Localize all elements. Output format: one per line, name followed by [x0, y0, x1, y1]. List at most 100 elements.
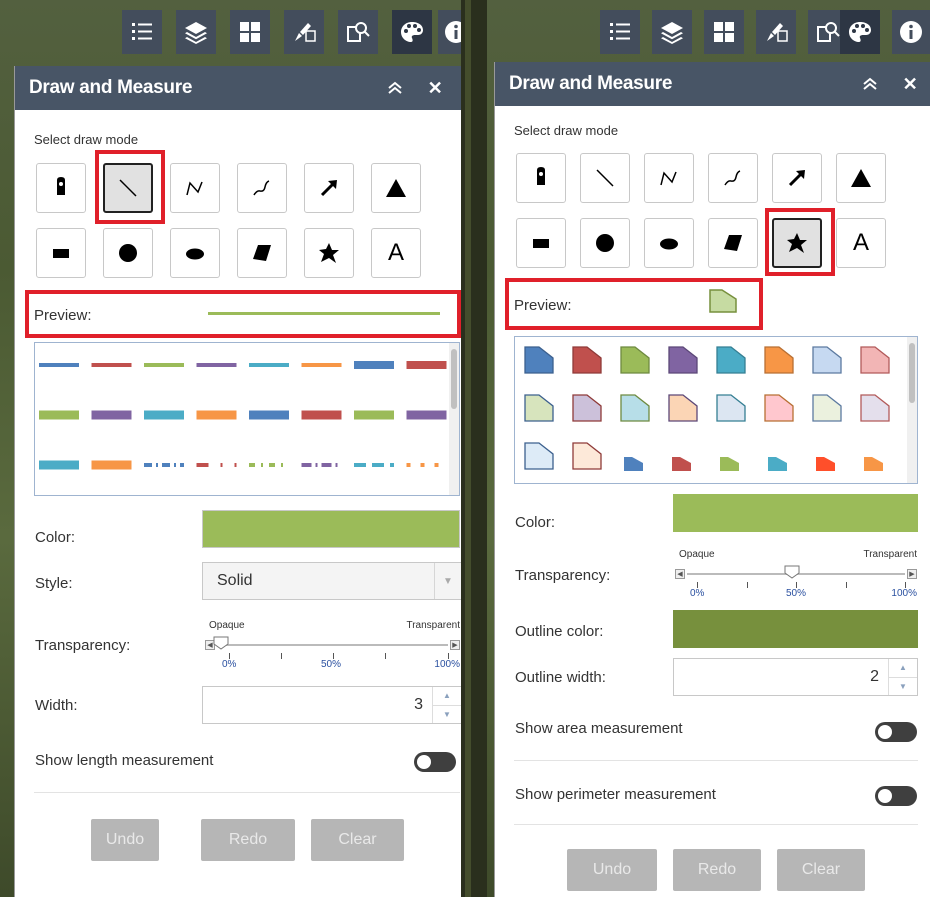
freehand-polygon-mode-button[interactable]	[772, 218, 822, 268]
transparency-label: Transparency:	[35, 636, 131, 654]
show-area-label: Show area measurement	[515, 719, 683, 737]
ellipse-icon	[660, 238, 678, 250]
freehand-polyline-icon	[253, 180, 270, 196]
transparency-slider[interactable]: Opaque Transparent ◀ ▶ 0% 50% 100%	[205, 620, 460, 670]
slider-handle[interactable]	[784, 565, 800, 579]
gallery-scrollbar[interactable]	[907, 337, 917, 483]
show-length-toggle[interactable]	[414, 752, 456, 772]
preview-label: Preview:	[34, 306, 92, 324]
close-icon[interactable]: ✕	[422, 75, 448, 101]
style-select[interactable]: Solid ▼	[202, 562, 461, 600]
undo-button[interactable]: Undo	[567, 849, 657, 891]
redo-button[interactable]: Redo	[201, 819, 295, 861]
polyline-mode-button[interactable]	[644, 153, 694, 203]
show-perimeter-row: Show perimeter measurement	[515, 782, 930, 806]
circle-icon	[596, 234, 614, 252]
line-mode-button[interactable]	[580, 153, 630, 203]
color-picker[interactable]	[673, 494, 918, 532]
triangle-mode-button[interactable]	[836, 153, 886, 203]
symbol-gallery	[514, 336, 918, 484]
undo-button[interactable]: Undo	[91, 819, 159, 861]
edit-icon[interactable]	[284, 10, 324, 54]
widget-header: Draw and Measure ✕	[15, 66, 461, 110]
image-separator	[461, 0, 487, 897]
circle-mode-button[interactable]	[580, 218, 630, 268]
collapse-icon[interactable]	[382, 75, 408, 101]
layers-icon[interactable]	[176, 10, 216, 54]
clear-button[interactable]: Clear	[311, 819, 404, 861]
edit-icon[interactable]	[756, 10, 796, 54]
basemap-gallery-icon[interactable]	[230, 10, 270, 54]
extent-mode-button[interactable]	[516, 218, 566, 268]
freehand-polyline-mode-button[interactable]	[237, 163, 287, 213]
point-mode-button[interactable]	[36, 163, 86, 213]
show-perimeter-toggle[interactable]	[875, 786, 917, 806]
triangle-mode-button[interactable]	[371, 163, 421, 213]
polygon-mode-button[interactable]	[237, 228, 287, 278]
draw-measure-icon[interactable]	[392, 10, 432, 54]
fill-swatch	[860, 394, 890, 422]
polygon-mode-button[interactable]	[708, 218, 758, 268]
arrow-mode-button[interactable]	[772, 153, 822, 203]
fill-swatch	[620, 394, 650, 422]
outline-width-stepper[interactable]: 2 ▲ ▼	[673, 658, 918, 696]
info-icon[interactable]	[892, 10, 930, 54]
width-stepper[interactable]: 3 ▲ ▼	[202, 686, 461, 724]
extent-mode-button[interactable]	[36, 228, 86, 278]
slider-100-label: 100%	[434, 659, 460, 670]
outline-color-label: Outline color:	[515, 622, 604, 640]
transparency-slider[interactable]: Opaque Transparent ◀ ▶ 0% 50% 100%	[675, 549, 917, 599]
arrow-mode-button[interactable]	[304, 163, 354, 213]
circle-mode-button[interactable]	[103, 228, 153, 278]
collapse-icon[interactable]	[857, 71, 883, 97]
close-icon[interactable]: ✕	[897, 71, 923, 97]
widget-title: Draw and Measure	[29, 77, 193, 98]
text-mode-button[interactable]: A	[836, 218, 886, 268]
show-perimeter-label: Show perimeter measurement	[515, 785, 716, 803]
line-style-swatches[interactable]	[35, 343, 451, 496]
info-icon[interactable]	[438, 10, 461, 54]
symbol-gallery	[34, 342, 460, 496]
width-value: 3	[414, 696, 423, 713]
point-icon	[57, 177, 65, 195]
slider-transparent-label: Transparent	[406, 620, 460, 631]
select-draw-mode-label: Select draw mode	[34, 132, 139, 147]
chevron-down-icon[interactable]: ▼	[434, 563, 461, 599]
point-mode-button[interactable]	[516, 153, 566, 203]
text-mode-button[interactable]: A	[371, 228, 421, 278]
layers-icon[interactable]	[652, 10, 692, 54]
freehand-polygon-mode-button[interactable]	[304, 228, 354, 278]
stepper-down-icon[interactable]: ▼	[889, 678, 917, 696]
fill-style-swatches[interactable]	[515, 337, 907, 484]
polyline-icon	[186, 181, 203, 196]
line-icon	[596, 169, 614, 187]
ellipse-mode-button[interactable]	[170, 228, 220, 278]
color-picker[interactable]	[202, 510, 460, 548]
polygon-icon	[253, 245, 271, 261]
stepper-down-icon[interactable]: ▼	[433, 706, 461, 724]
select-draw-mode-label: Select draw mode	[514, 123, 619, 138]
basemap-gallery-icon[interactable]	[704, 10, 744, 54]
slider-handle[interactable]	[213, 636, 229, 650]
draw-measure-widget: Draw and Measure ✕ Select draw mode A Pr…	[494, 62, 930, 897]
show-area-toggle[interactable]	[875, 722, 917, 742]
gallery-scrollbar[interactable]	[449, 343, 459, 495]
fill-swatch	[864, 457, 883, 471]
arrow-icon	[320, 180, 337, 197]
clear-button[interactable]: Clear	[777, 849, 865, 891]
redo-button[interactable]: Redo	[673, 849, 761, 891]
line-mode-button[interactable]	[103, 163, 153, 213]
stepper-up-icon[interactable]: ▲	[433, 687, 461, 706]
query-icon[interactable]	[338, 10, 378, 54]
fill-swatch	[764, 346, 794, 374]
freehand-polygon-icon	[787, 233, 807, 253]
freehand-polyline-mode-button[interactable]	[708, 153, 758, 203]
draw-measure-icon[interactable]	[840, 10, 880, 54]
ellipse-mode-button[interactable]	[644, 218, 694, 268]
outline-color-picker[interactable]	[673, 610, 918, 648]
list-icon[interactable]	[600, 10, 640, 54]
polyline-mode-button[interactable]	[170, 163, 220, 213]
list-icon[interactable]	[122, 10, 162, 54]
stepper-up-icon[interactable]: ▲	[889, 659, 917, 678]
slider-transparent-label: Transparent	[863, 549, 917, 560]
